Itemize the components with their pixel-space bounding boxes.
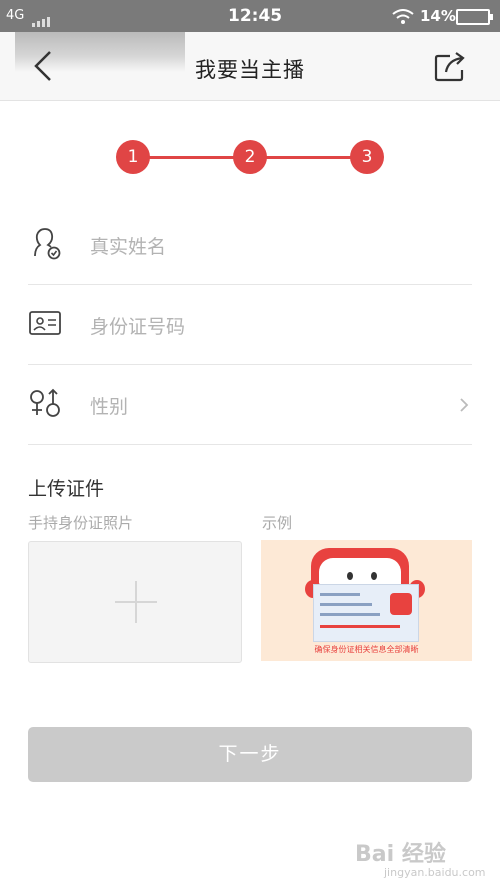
status-time: 12:45 (228, 6, 283, 26)
watermark-logo: Bai 经验 (355, 842, 446, 867)
mascot-eye-right (371, 572, 377, 580)
share-icon[interactable] (432, 50, 468, 84)
wifi-icon (392, 9, 414, 24)
gender-placeholder: 性别 (90, 396, 129, 418)
id-card-icon (29, 311, 61, 335)
example-label: 示例 (262, 514, 293, 532)
gender-icon (30, 388, 60, 417)
card-line (320, 613, 380, 616)
battery-icon (456, 9, 493, 25)
real-name-placeholder: 真实姓名 (90, 236, 167, 258)
example-image: 确保身份证相关信息全部清晰 (261, 540, 472, 661)
id-card-illustration (313, 584, 419, 642)
step-1: 1 (116, 140, 150, 174)
card-line (320, 603, 372, 606)
plus-icon-vertical (135, 581, 137, 623)
mascot-eye-left (347, 572, 353, 580)
signal-icon (32, 11, 52, 27)
step-2: 2 (233, 140, 267, 174)
next-step-button[interactable]: 下一步 (28, 727, 472, 782)
battery-percent: 14% (420, 7, 456, 25)
network-indicator: 4G (6, 8, 25, 23)
user-verified-icon (34, 228, 61, 260)
card-line (320, 593, 360, 596)
hold-id-label: 手持身份证照片 (28, 514, 134, 532)
page-title: 我要当主播 (195, 58, 305, 82)
id-number-placeholder: 身份证号码 (90, 316, 186, 338)
watermark-url: jingyan.baidu.com (384, 866, 486, 879)
step-indicator: 1 2 3 (116, 140, 384, 174)
nav-bar: 我要当主播 (0, 32, 500, 101)
chevron-right-icon (460, 398, 469, 412)
example-caption: 确保身份证相关信息全部清晰 (314, 645, 419, 654)
upload-photo-button[interactable] (28, 541, 242, 663)
upload-section-title: 上传证件 (28, 478, 105, 500)
real-name-field[interactable]: 真实姓名 (28, 204, 472, 285)
id-number-field[interactable]: 身份证号码 (28, 284, 472, 365)
step-3: 3 (350, 140, 384, 174)
status-bar: 4G 12:45 14% (0, 0, 500, 32)
card-line (320, 625, 400, 628)
card-photo (390, 593, 412, 615)
gender-field[interactable]: 性别 (28, 364, 472, 445)
